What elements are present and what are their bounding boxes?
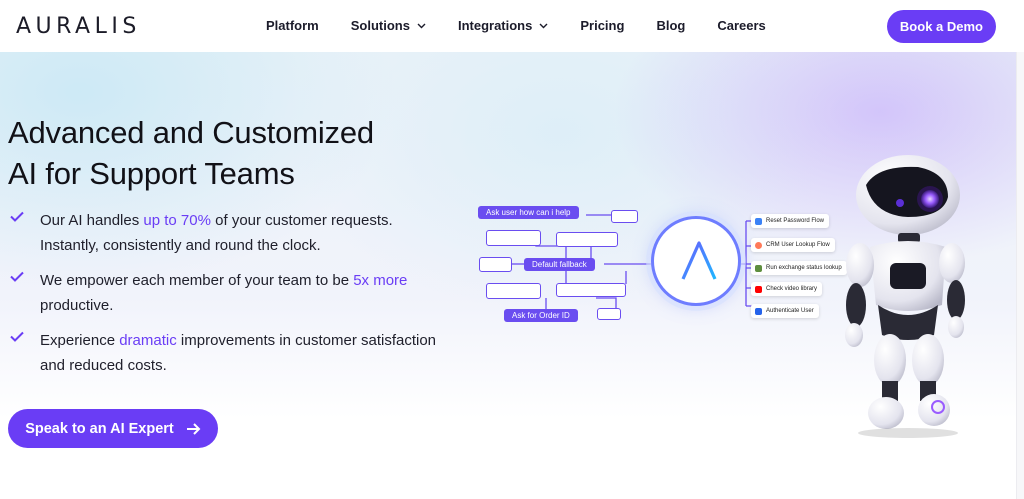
- flow-box: [597, 308, 621, 320]
- main-nav: Platform Solutions Integrations Pricing …: [266, 18, 798, 33]
- arrow-right-icon: [186, 422, 201, 435]
- shield-icon: [755, 307, 762, 315]
- site-header: AURALIS Platform Solutions Integrations …: [0, 0, 1024, 52]
- tool-exchange-lookup: Run exchange status lookup: [751, 261, 847, 275]
- check-icon: [10, 331, 24, 342]
- book-demo-button[interactable]: Book a Demo: [886, 10, 996, 43]
- nav-label: Pricing: [580, 18, 625, 33]
- bullet-text: We empower each member of your team to b…: [40, 272, 408, 314]
- nav-label: Blog: [656, 18, 686, 33]
- check-icon: [10, 211, 24, 222]
- flow-box: [556, 232, 618, 247]
- speak-to-expert-button[interactable]: Speak to an AI Expert: [8, 409, 218, 448]
- nav-label: Integrations: [457, 18, 533, 33]
- scrollbar[interactable]: [1016, 52, 1024, 499]
- pill-default-fallback: Default fallback: [524, 258, 595, 271]
- chevron-down-icon: [417, 23, 426, 29]
- list-item: Our AI handles up to 70% of your custome…: [10, 208, 450, 258]
- tool-authenticate: Authenticate User: [751, 304, 819, 318]
- chevron-down-icon: [539, 23, 548, 29]
- title-line-1: Advanced and Customized: [8, 115, 374, 150]
- shield-icon: [755, 217, 762, 225]
- list-item: We empower each member of your team to b…: [10, 268, 450, 318]
- highlight-text: dramatic: [119, 332, 177, 349]
- button-label: Speak to an AI Expert: [25, 420, 174, 437]
- feature-list: Our AI handles up to 70% of your custome…: [10, 208, 450, 388]
- list-item: Experience dramatic improvements in cust…: [10, 328, 450, 378]
- flow-box: [479, 257, 512, 272]
- nav-solutions[interactable]: Solutions: [351, 18, 426, 33]
- auralis-mark: [651, 216, 741, 306]
- tool-reset-password: Reset Password Flow: [751, 214, 830, 228]
- flow-box: [556, 283, 626, 297]
- highlight-text: 5x more: [353, 272, 408, 289]
- pill-ask-help: Ask user how can i help: [478, 206, 579, 219]
- nav-label: Platform: [266, 18, 319, 33]
- highlight-text: up to 70%: [143, 212, 211, 229]
- bullet-text: Our AI handles up to 70% of your custome…: [40, 212, 393, 254]
- nav-careers[interactable]: Careers: [717, 18, 765, 33]
- hubspot-icon: [755, 241, 762, 249]
- pill-order-id: Ask for Order ID: [504, 309, 578, 322]
- title-line-2: AI for Support Teams: [8, 156, 295, 191]
- check-icon: [10, 271, 24, 282]
- tool-crm-lookup: CRM User Lookup Flow: [751, 238, 835, 252]
- flow-box: [486, 230, 541, 246]
- shopify-icon: [755, 264, 762, 272]
- nav-label: Careers: [717, 18, 766, 33]
- nav-label: Solutions: [350, 18, 410, 33]
- nav-blog[interactable]: Blog: [656, 18, 685, 33]
- auralis-logo-icon: [681, 241, 717, 280]
- robot-illustration: [838, 155, 968, 440]
- nav-pricing[interactable]: Pricing: [580, 18, 624, 33]
- workflow-diagram: Ask user how can i help Default fallback…: [476, 196, 856, 336]
- auralis-logo[interactable]: AURALIS: [16, 14, 141, 39]
- flow-box: [611, 210, 638, 223]
- bullet-text: Experience dramatic improvements in cust…: [40, 332, 437, 374]
- tool-video-library: Check video library: [751, 282, 823, 296]
- youtube-icon: [755, 285, 762, 293]
- nav-platform[interactable]: Platform: [266, 18, 319, 33]
- nav-integrations[interactable]: Integrations: [458, 18, 548, 33]
- flow-box: [486, 283, 541, 299]
- page-title: Advanced and Customized AI for Support T…: [8, 112, 374, 194]
